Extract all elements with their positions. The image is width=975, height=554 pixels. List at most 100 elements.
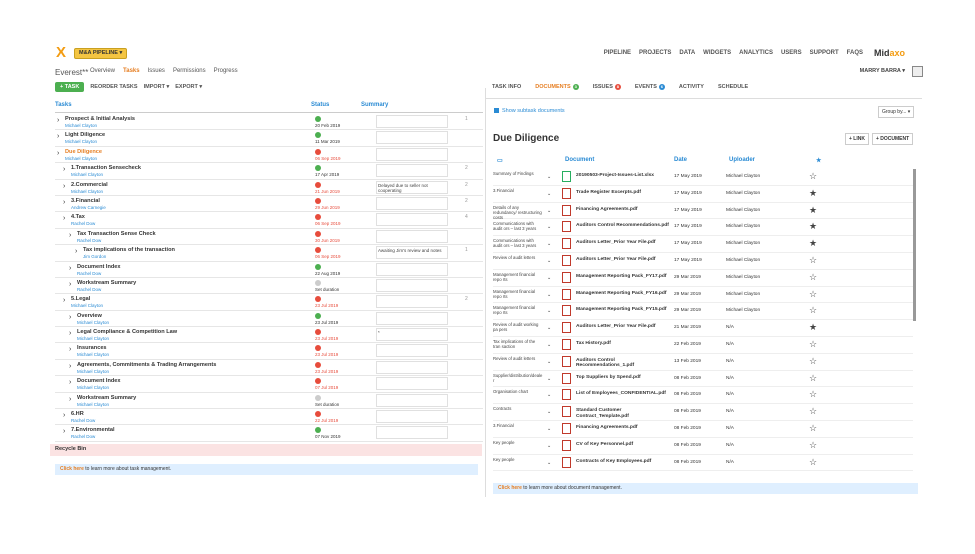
document-row[interactable]: Review of audit working pa pers ⌄ Auditors… — [493, 320, 913, 337]
doc-filename[interactable]: Auditors Letter_Prior Year File.pdf — [576, 240, 669, 246]
task-name[interactable]: Due Diligence — [65, 149, 102, 155]
nav-data[interactable]: DATA — [679, 50, 695, 56]
task-owner[interactable]: Rachel Dow — [71, 221, 95, 226]
task-summary[interactable] — [376, 229, 448, 243]
star-icon[interactable]: ☆ — [809, 289, 817, 300]
document-row[interactable]: Communications with audit ors – last 3 y… — [493, 219, 913, 237]
group-by-select[interactable]: Group by... ▾ — [878, 106, 915, 118]
expand-chevron-icon[interactable]: › — [57, 150, 59, 157]
document-row[interactable]: 3.Financial ⌄ Trade Register Excerpts.pdf 1… — [493, 186, 913, 203]
task-name[interactable]: Tax Transaction Sense Check — [77, 231, 156, 237]
star-icon[interactable]: ☆ — [809, 272, 817, 283]
doc-help-link[interactable]: Click here — [498, 485, 522, 491]
task-name[interactable]: Document Index — [77, 264, 121, 270]
attachment-count[interactable]: 4 — [465, 214, 468, 220]
tab-tasks[interactable]: Tasks — [123, 68, 140, 74]
show-subtask-checkbox[interactable]: Show subtask documents — [494, 108, 565, 114]
expand-chevron-icon[interactable]: › — [69, 379, 71, 386]
category-dropdown-icon[interactable]: ⌄ — [547, 258, 551, 264]
doc-filename[interactable]: CV of Key Personnel.pdf — [576, 442, 669, 448]
task-summary[interactable]: * — [376, 328, 448, 342]
status-icon[interactable] — [315, 116, 321, 122]
category-dropdown-icon[interactable]: ⌄ — [547, 342, 551, 348]
task-row[interactable]: › 4.Tax Rachel Dow 06 Sep 2019 4 — [55, 212, 483, 229]
task-summary[interactable] — [376, 278, 448, 292]
tab-progress[interactable]: Progress — [214, 68, 238, 74]
task-name[interactable]: Tax implications of the transaction — [83, 247, 175, 253]
task-row[interactable]: › Agreements, Commitments & Trading Arran… — [55, 360, 483, 377]
status-icon[interactable] — [315, 345, 321, 352]
task-name[interactable]: Workstream Summary — [77, 280, 136, 286]
task-name[interactable]: Agreements, Commitments & Trading Arrang… — [77, 362, 216, 368]
task-owner[interactable]: Rachel Dow — [77, 238, 101, 243]
status-icon[interactable] — [315, 329, 321, 336]
doc-filename[interactable]: Auditors Control Recommendations_1.pdf — [576, 358, 669, 369]
task-summary[interactable] — [376, 311, 448, 325]
document-row[interactable]: Communications with audit ors – last 3 y… — [493, 236, 913, 253]
task-row[interactable]: › Due Diligence Michael Clayton 06 Sep 2019 — [55, 147, 483, 164]
status-icon[interactable] — [315, 263, 321, 270]
document-row[interactable]: Organisation chart ⌄ List of Employees_CON… — [493, 387, 913, 405]
tasks-header[interactable]: Tasks — [55, 102, 72, 108]
link-button[interactable]: + LINK — [845, 133, 869, 145]
task-name[interactable]: 4.Tax — [71, 214, 85, 220]
expand-chevron-icon[interactable]: › — [75, 248, 77, 255]
expand-chevron-icon[interactable]: › — [63, 297, 65, 304]
task-name[interactable]: Document Index — [77, 378, 121, 384]
category-dropdown-icon[interactable]: ⌄ — [547, 224, 551, 230]
doc-filename[interactable]: Financing Agreements.pdf — [576, 207, 669, 213]
category-dropdown-icon[interactable]: ⌄ — [547, 409, 551, 415]
task-owner[interactable]: Michael Clayton — [77, 402, 109, 407]
task-summary[interactable] — [376, 295, 448, 309]
task-row[interactable]: › Tax implications of the transaction Jim … — [55, 245, 483, 262]
star-header-icon[interactable]: ★ — [816, 157, 821, 164]
task-summary[interactable] — [376, 360, 448, 374]
attachment-count[interactable]: 2 — [465, 296, 468, 302]
star-icon[interactable]: ★ — [809, 188, 817, 199]
doc-filename[interactable]: Top Suppliers by Spend.pdf — [576, 375, 669, 381]
status-icon[interactable] — [315, 181, 321, 188]
expand-chevron-icon[interactable]: › — [69, 232, 71, 239]
task-owner[interactable]: Rachel Dow — [71, 418, 95, 423]
date-header[interactable]: Date — [674, 157, 687, 163]
category-dropdown-icon[interactable]: ⌄ — [547, 376, 551, 382]
fullscreen-icon[interactable] — [912, 66, 923, 77]
doc-filename[interactable]: Auditors Control Recommendations.pdf — [576, 223, 669, 229]
tab-task-info[interactable]: TASK INFO — [492, 84, 521, 90]
star-icon[interactable]: ★ — [809, 238, 817, 249]
task-name[interactable]: Overview — [77, 313, 102, 319]
nav-projects[interactable]: PROJECTS — [639, 50, 671, 56]
task-summary[interactable] — [376, 344, 448, 358]
task-owner[interactable]: Michael Clayton — [65, 139, 97, 144]
task-help-link[interactable]: Click here — [60, 466, 84, 472]
attachment-count[interactable]: 2 — [465, 182, 468, 188]
task-summary[interactable] — [376, 196, 448, 210]
document-header[interactable]: Document — [565, 157, 594, 163]
status-icon[interactable] — [315, 230, 321, 237]
user-menu[interactable]: MARRY BARRA ▾ — [860, 68, 905, 74]
star-icon[interactable]: ☆ — [809, 423, 817, 434]
task-owner[interactable]: Michael Clayton — [71, 189, 103, 194]
status-icon[interactable] — [315, 197, 321, 204]
export-button[interactable]: EXPORT ▾ — [175, 84, 202, 90]
task-owner[interactable]: Michael Clayton — [71, 172, 103, 177]
uploader-header[interactable]: Uploader — [729, 157, 755, 163]
task-summary[interactable] — [376, 377, 448, 391]
task-summary[interactable] — [376, 131, 448, 145]
document-row[interactable]: 3.Financial ⌄ Financing Agreements.pdf 08 F… — [493, 421, 913, 438]
expand-chevron-icon[interactable]: › — [63, 199, 65, 206]
expand-chevron-icon[interactable]: › — [63, 183, 65, 190]
expand-chevron-icon[interactable]: › — [69, 314, 71, 321]
task-row[interactable]: › 6.HR Rachel Dow 22 Jul 2019 — [55, 409, 483, 426]
add-task-button[interactable]: + TASK — [55, 82, 85, 92]
task-owner[interactable]: Rachel Dow — [77, 271, 101, 276]
task-row[interactable]: › 3.Financial Andrew Carnegie 29 Jun 2019 2 — [55, 196, 483, 213]
add-document-button[interactable]: + DOCUMENT — [871, 133, 914, 145]
task-summary[interactable] — [376, 213, 448, 227]
category-dropdown-icon[interactable]: ⌄ — [547, 359, 551, 365]
task-row[interactable]: › 2.Commercial Michael Clayton 21 Jun 2019 D… — [55, 180, 483, 196]
task-summary[interactable] — [376, 410, 448, 424]
category-dropdown-icon[interactable]: ⌄ — [547, 174, 551, 180]
document-row[interactable]: Review of audit letters ⌄ Auditors Control… — [493, 354, 913, 371]
category-dropdown-icon[interactable]: ⌄ — [547, 208, 551, 214]
